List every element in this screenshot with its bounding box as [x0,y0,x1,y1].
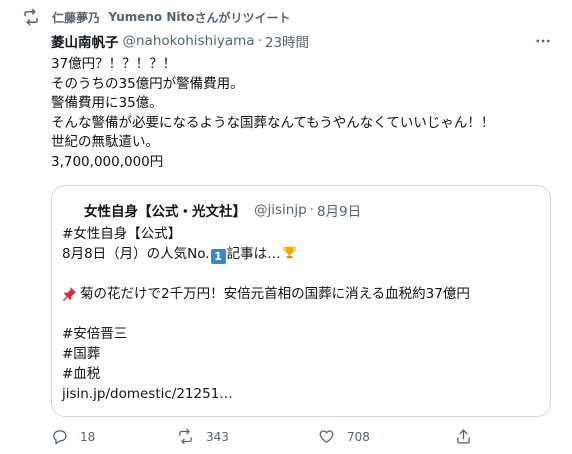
quote-ranking-text-2: 記事は… [226,246,281,262]
tweet-line: 3,700,000,000円 [51,153,164,170]
tweet-line: そんな警備が必要になるような国葬なんてもうやんなくていいじゃん！！ [51,114,495,131]
tweet-header: 菱山南帆子 @nahokohishiyama · 23時間 [51,31,309,51]
quote-headline-text: 菊の花だけで2千万円！安倍元首相の国葬に消える血税約37億円 [80,286,470,302]
quote-separator: · [309,202,314,218]
heart-icon [319,430,334,443]
keycap-one-icon: 1 [210,249,226,264]
retweet-count: 343 [206,429,229,444]
reply-count: 18 [80,429,96,444]
like-button[interactable]: 708 [318,428,370,445]
quote-text: #女性自身【公式】 8月8日（月）の人気No. 1 記事は… 菊の花だけで2千万円！… [62,224,470,404]
tweet-text: 37億円？！？！？！ そのうちの35億円が警備費用。 警備費用に35億。 そんな… [51,55,494,172]
quote-line-blank [62,304,470,324]
retweet-context: 仁藤夢乃 Yumeno Nito さんがリツイート [22,7,291,27]
article-link[interactable]: jisin.jp/domestic/21251… [62,384,470,404]
reply-button[interactable]: 18 [51,428,95,445]
hashtag-link[interactable]: #血税 [62,364,470,384]
share-button[interactable] [455,428,484,445]
retweet-icon [179,428,192,445]
quote-line-headline: 菊の花だけで2千万円！安倍元首相の国葬に消える血税約37億円 [62,284,470,304]
hashtag-link[interactable]: #国葬 [62,344,470,364]
author-handle[interactable]: @nahokohishiyama [123,33,255,49]
quote-header: 女性自身【公式・光文社】 @jisinjp · 8月9日 [84,200,361,220]
retweet-button[interactable]: 343 [177,428,229,445]
retweet-suffix: さんがリツイート [194,10,291,25]
tweet-line: 警備費用に35億。 [51,95,163,111]
pushpin-icon [62,286,77,301]
tweet-actions: 18 343 708 [51,428,481,448]
quote-line-hashtag[interactable]: #女性自身【公式】 [62,224,470,244]
retweeter-name[interactable]: 仁藤夢乃 [52,9,100,26]
quote-ranking-text: 8月8日（月）の人気No. [62,246,210,262]
reply-icon [53,430,67,445]
retweet-icon [24,8,38,26]
quote-timestamp[interactable]: 8月9日 [317,200,361,220]
header-separator: · [257,33,262,49]
hashtag-link[interactable]: #安倍晋三 [62,324,470,344]
retweeter-name-en[interactable]: Yumeno Nito [108,10,194,24]
quote-line-blank [62,264,470,284]
like-count: 708 [347,429,370,444]
tweet-line: 37億円？！？！？！ [51,56,177,72]
tweet-timestamp[interactable]: 23時間 [265,31,309,51]
quote-line-ranking: 8月8日（月）の人気No. 1 記事は… [62,244,470,264]
author-display-name[interactable]: 菱山南帆子 [51,31,119,51]
more-options-button[interactable] [532,30,554,52]
more-icon [536,39,550,43]
tweet-line: 世紀の無駄遣い。 [51,134,159,150]
trophy-icon [282,246,296,259]
quote-author-name[interactable]: 女性自身【公式・光文社】 [84,200,246,220]
quoted-tweet-card[interactable]: 女性自身【公式・光文社】 @jisinjp · 8月9日 #女性自身【公式】 8… [51,185,551,417]
quote-author-handle[interactable]: @jisinjp [254,202,307,218]
tweet-line: そのうちの35億円が警備費用。 [51,75,244,92]
share-icon [457,429,470,444]
